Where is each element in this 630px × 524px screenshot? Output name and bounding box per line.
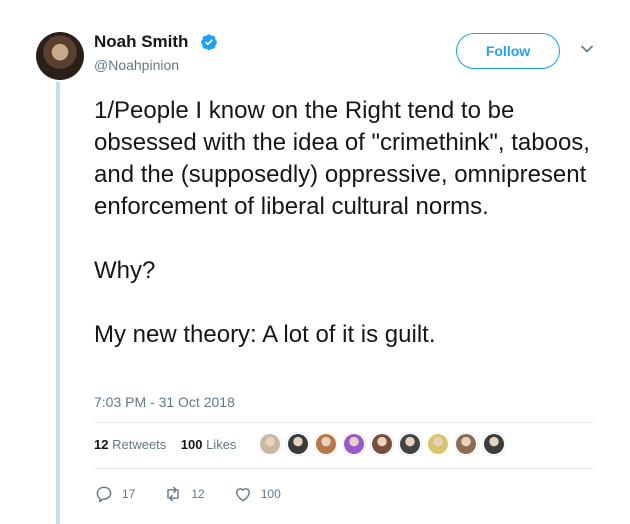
divider-bottom	[94, 468, 594, 469]
tweet-timestamp[interactable]: 7:03 PM - 31 Oct 2018	[94, 394, 235, 410]
divider-top	[94, 422, 594, 423]
thread-line	[56, 82, 60, 524]
chevron-down-icon[interactable]	[580, 44, 594, 54]
like-button[interactable]: 100	[233, 484, 281, 504]
retweet-button[interactable]: 12	[163, 484, 205, 504]
liker-avatar[interactable]	[398, 432, 422, 456]
tweet-actions: 17 12 100	[94, 484, 309, 504]
liker-avatar[interactable]	[454, 432, 478, 456]
tweet-text: 1/People I know on the Right tend to be …	[94, 97, 590, 348]
retweet-count: 12	[191, 487, 205, 501]
liker-avatar[interactable]	[370, 432, 394, 456]
likes-count: 100	[180, 437, 203, 452]
liker-avatars	[258, 432, 510, 456]
retweets-stat[interactable]: 12 Retweets	[94, 437, 166, 452]
reply-count: 17	[122, 487, 136, 501]
likes-stat[interactable]: 100 Likes	[181, 437, 237, 452]
liker-avatar[interactable]	[482, 432, 506, 456]
liker-avatar[interactable]	[314, 432, 338, 456]
like-count: 100	[260, 487, 281, 501]
author-name[interactable]: Noah Smith	[94, 32, 188, 52]
likes-label: Likes	[206, 437, 237, 452]
retweets-count: 12	[94, 437, 109, 452]
liker-avatar[interactable]	[286, 432, 310, 456]
reply-icon	[96, 486, 112, 503]
tweet-stats: 12 Retweets 100 Likes	[94, 437, 236, 452]
follow-button[interactable]: Follow	[456, 33, 560, 69]
author-handle[interactable]: @Noahpinion	[94, 57, 179, 73]
liker-avatar[interactable]	[258, 432, 282, 456]
heart-icon	[235, 488, 250, 502]
retweets-label: Retweets	[112, 437, 167, 452]
author-avatar[interactable]	[36, 32, 84, 80]
retweet-icon	[167, 486, 180, 502]
liker-avatar[interactable]	[342, 432, 366, 456]
verified-badge-icon	[201, 34, 217, 51]
reply-button[interactable]: 17	[94, 484, 135, 504]
liker-avatar[interactable]	[426, 432, 450, 456]
